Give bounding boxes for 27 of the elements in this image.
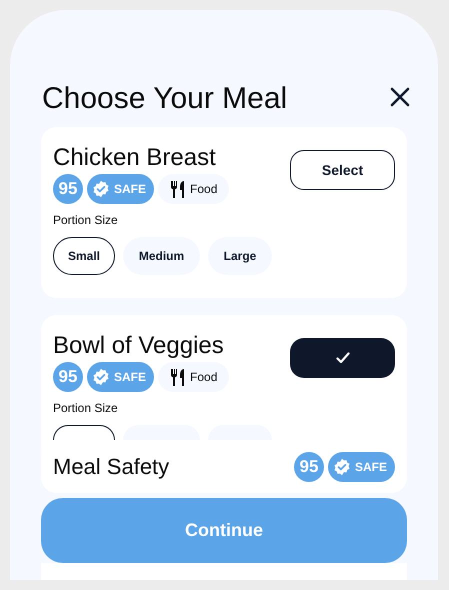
score-badge: 95 [53,174,83,204]
fork-knife-icon [170,368,186,386]
portion-option[interactable]: Medium [123,237,200,275]
verified-badge-icon [332,458,351,476]
verified-badge-icon [92,368,110,386]
portion-option[interactable] [53,425,115,440]
portion-option[interactable]: Small [53,237,115,275]
portion-option[interactable]: Large [208,237,272,275]
category-tag: Food [158,174,230,204]
portion-size-label: Portion Size [53,401,119,415]
portion-size-label: Portion Size [53,213,119,227]
close-icon[interactable] [390,87,410,107]
meal-name: Chicken Breast [53,144,217,172]
score-badge: 95 [294,452,324,482]
category-tag: Food [158,362,230,392]
safety-badge: SAFE [328,452,395,482]
safety-title: Meal Safety [53,453,170,481]
score-badge: 95 [53,362,83,392]
meal-name: Bowl of Veggies [53,332,225,360]
fork-knife-icon [170,180,186,198]
page-title: Choose Your Meal [42,82,288,116]
safety-badge: SAFE [87,362,154,392]
selected-button[interactable] [290,338,395,378]
safety-badge: SAFE [87,174,154,204]
verified-badge-icon [92,180,110,198]
select-button[interactable]: Select [290,150,395,190]
check-icon [336,352,350,364]
